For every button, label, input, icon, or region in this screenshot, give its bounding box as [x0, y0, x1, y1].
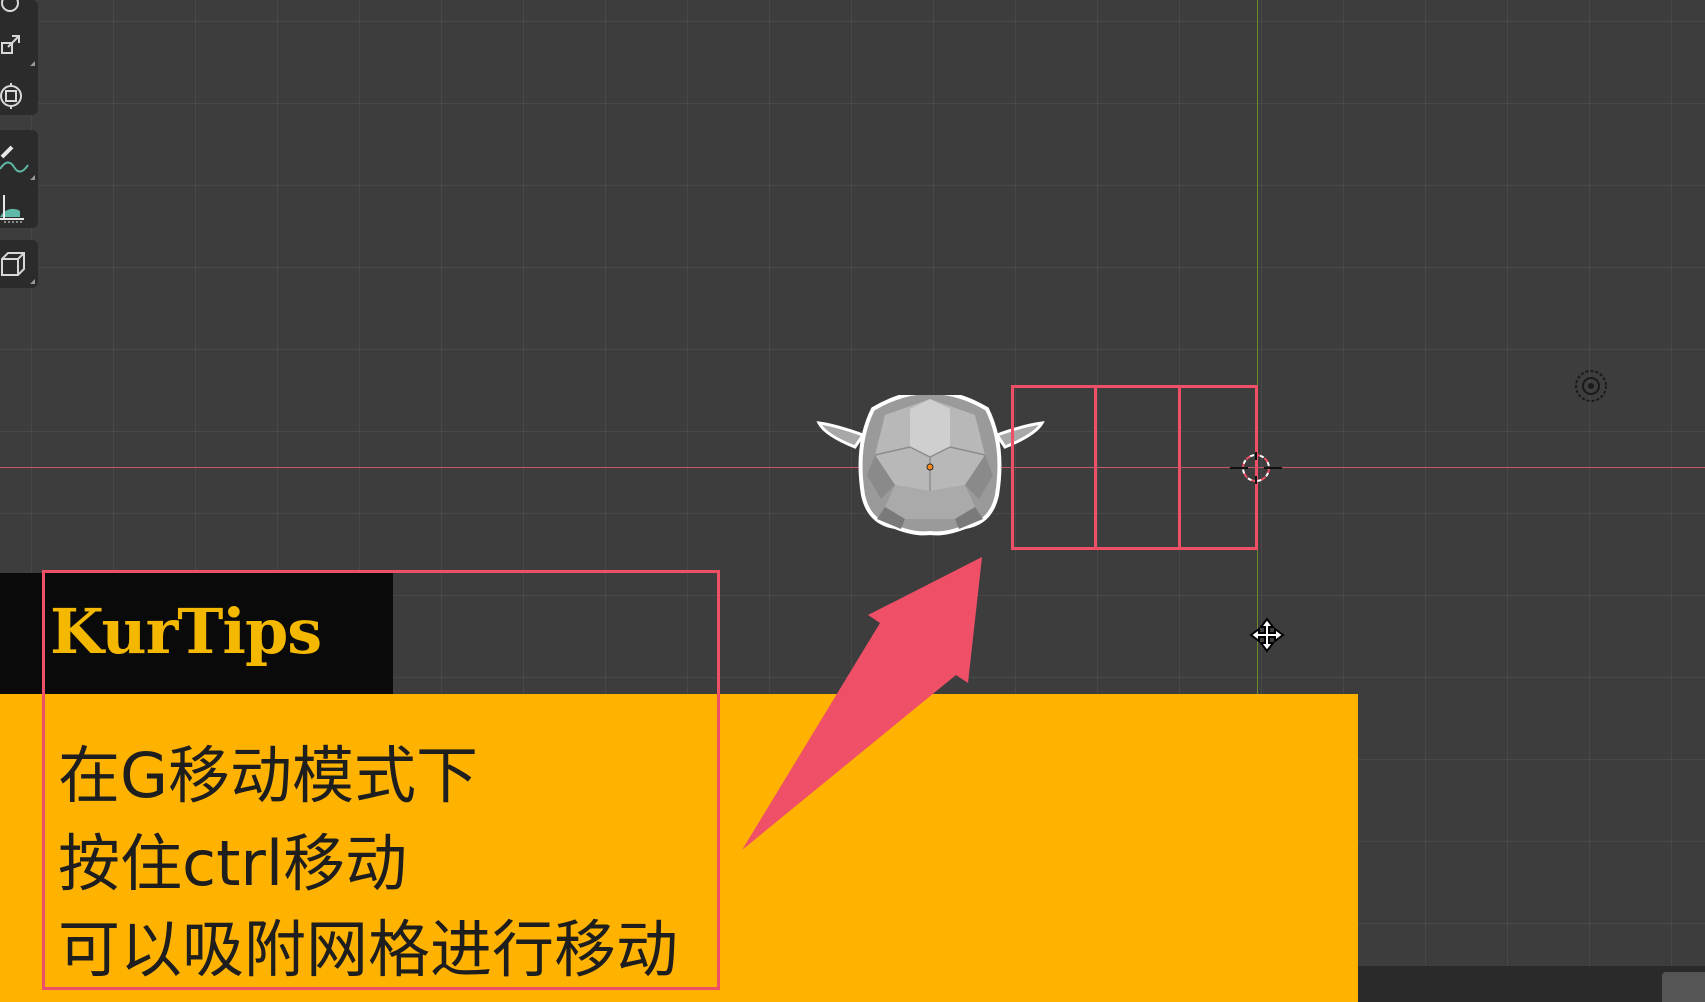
- tip-highlight-frame: [42, 570, 720, 990]
- measure-icon: [0, 195, 24, 223]
- move-cursor-icon: [1249, 617, 1285, 653]
- pointer-arrow-icon: [742, 557, 982, 850]
- tool-corner-indicator: [30, 279, 35, 284]
- annotate-tool-button[interactable]: [0, 136, 38, 184]
- snap-grid-cell-2: [1094, 385, 1181, 550]
- 3d-cursor-icon[interactable]: [1226, 450, 1286, 486]
- 3d-viewport[interactable]: KurTips 在G移动模式下 按住ctrl移动 可以吸附网格进行移动: [0, 0, 1705, 1002]
- transform-tool-button[interactable]: [0, 72, 38, 120]
- tool-corner-indicator: [30, 175, 35, 180]
- annotate-icon: [0, 145, 29, 173]
- measure-tool-button[interactable]: [0, 184, 38, 232]
- tool-corner-indicator: [30, 61, 35, 66]
- rotate-icon: [1, 0, 19, 12]
- tool-shelf: [0, 0, 40, 290]
- scale-tool-button[interactable]: [0, 22, 38, 70]
- add-cube-tool-button[interactable]: [0, 240, 38, 288]
- status-button[interactable]: [1662, 972, 1705, 1002]
- transform-icon: [0, 83, 22, 109]
- scale-icon: [1, 35, 20, 54]
- light-object-icon[interactable]: [1571, 369, 1611, 405]
- status-strip: [1358, 966, 1705, 1002]
- snap-grid-cell-1: [1011, 385, 1097, 550]
- add-cube-icon: [1, 252, 25, 276]
